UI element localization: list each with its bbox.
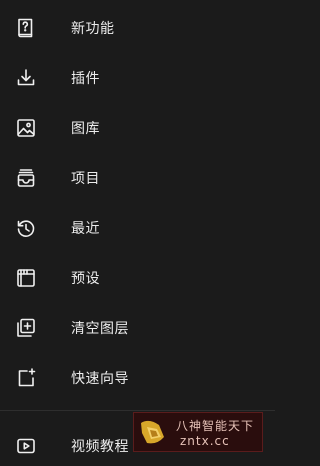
download-icon — [14, 66, 38, 90]
menu-divider — [0, 410, 275, 411]
menu-item-presets[interactable]: 预设 — [0, 258, 275, 298]
video-tutorial-icon — [14, 434, 38, 458]
menu-item-label: 清空图层 — [71, 321, 129, 337]
menu-item-label: 插件 — [71, 71, 100, 87]
menu-item-label: 图库 — [71, 121, 100, 137]
menu-item-gallery[interactable]: 图库 — [0, 108, 275, 148]
menu-item-label: 视频教程 — [71, 439, 129, 455]
menu-item-label: 项目 — [71, 171, 100, 187]
menu-item-label: 预设 — [71, 271, 100, 287]
menu-item-projects[interactable]: 项目 — [0, 158, 275, 198]
project-icon — [14, 166, 38, 190]
preset-icon — [14, 266, 38, 290]
gallery-icon — [14, 116, 38, 140]
watermark-text: 八神智能天下 — [176, 419, 255, 433]
watermark-url: zntx.cc — [180, 434, 230, 448]
clear-layers-icon — [14, 316, 38, 340]
menu-item-plugins[interactable]: 插件 — [0, 58, 275, 98]
watermark-logo-icon — [137, 415, 171, 449]
menu-item-label: 最近 — [71, 221, 100, 237]
new-feature-icon — [14, 16, 38, 40]
menu-item-quick-guide[interactable]: 快速向导 — [0, 358, 275, 398]
menu-item-label: 快速向导 — [71, 371, 129, 387]
menu-item-new-feature[interactable]: 新功能 — [0, 8, 275, 48]
menu-item-clear-layers[interactable]: 清空图层 — [0, 308, 275, 348]
recent-icon — [14, 216, 38, 240]
quick-guide-icon — [14, 366, 38, 390]
menu-item-recent[interactable]: 最近 — [0, 208, 275, 248]
watermark: 八神智能天下 zntx.cc — [133, 412, 263, 452]
menu-item-label: 新功能 — [71, 21, 115, 37]
